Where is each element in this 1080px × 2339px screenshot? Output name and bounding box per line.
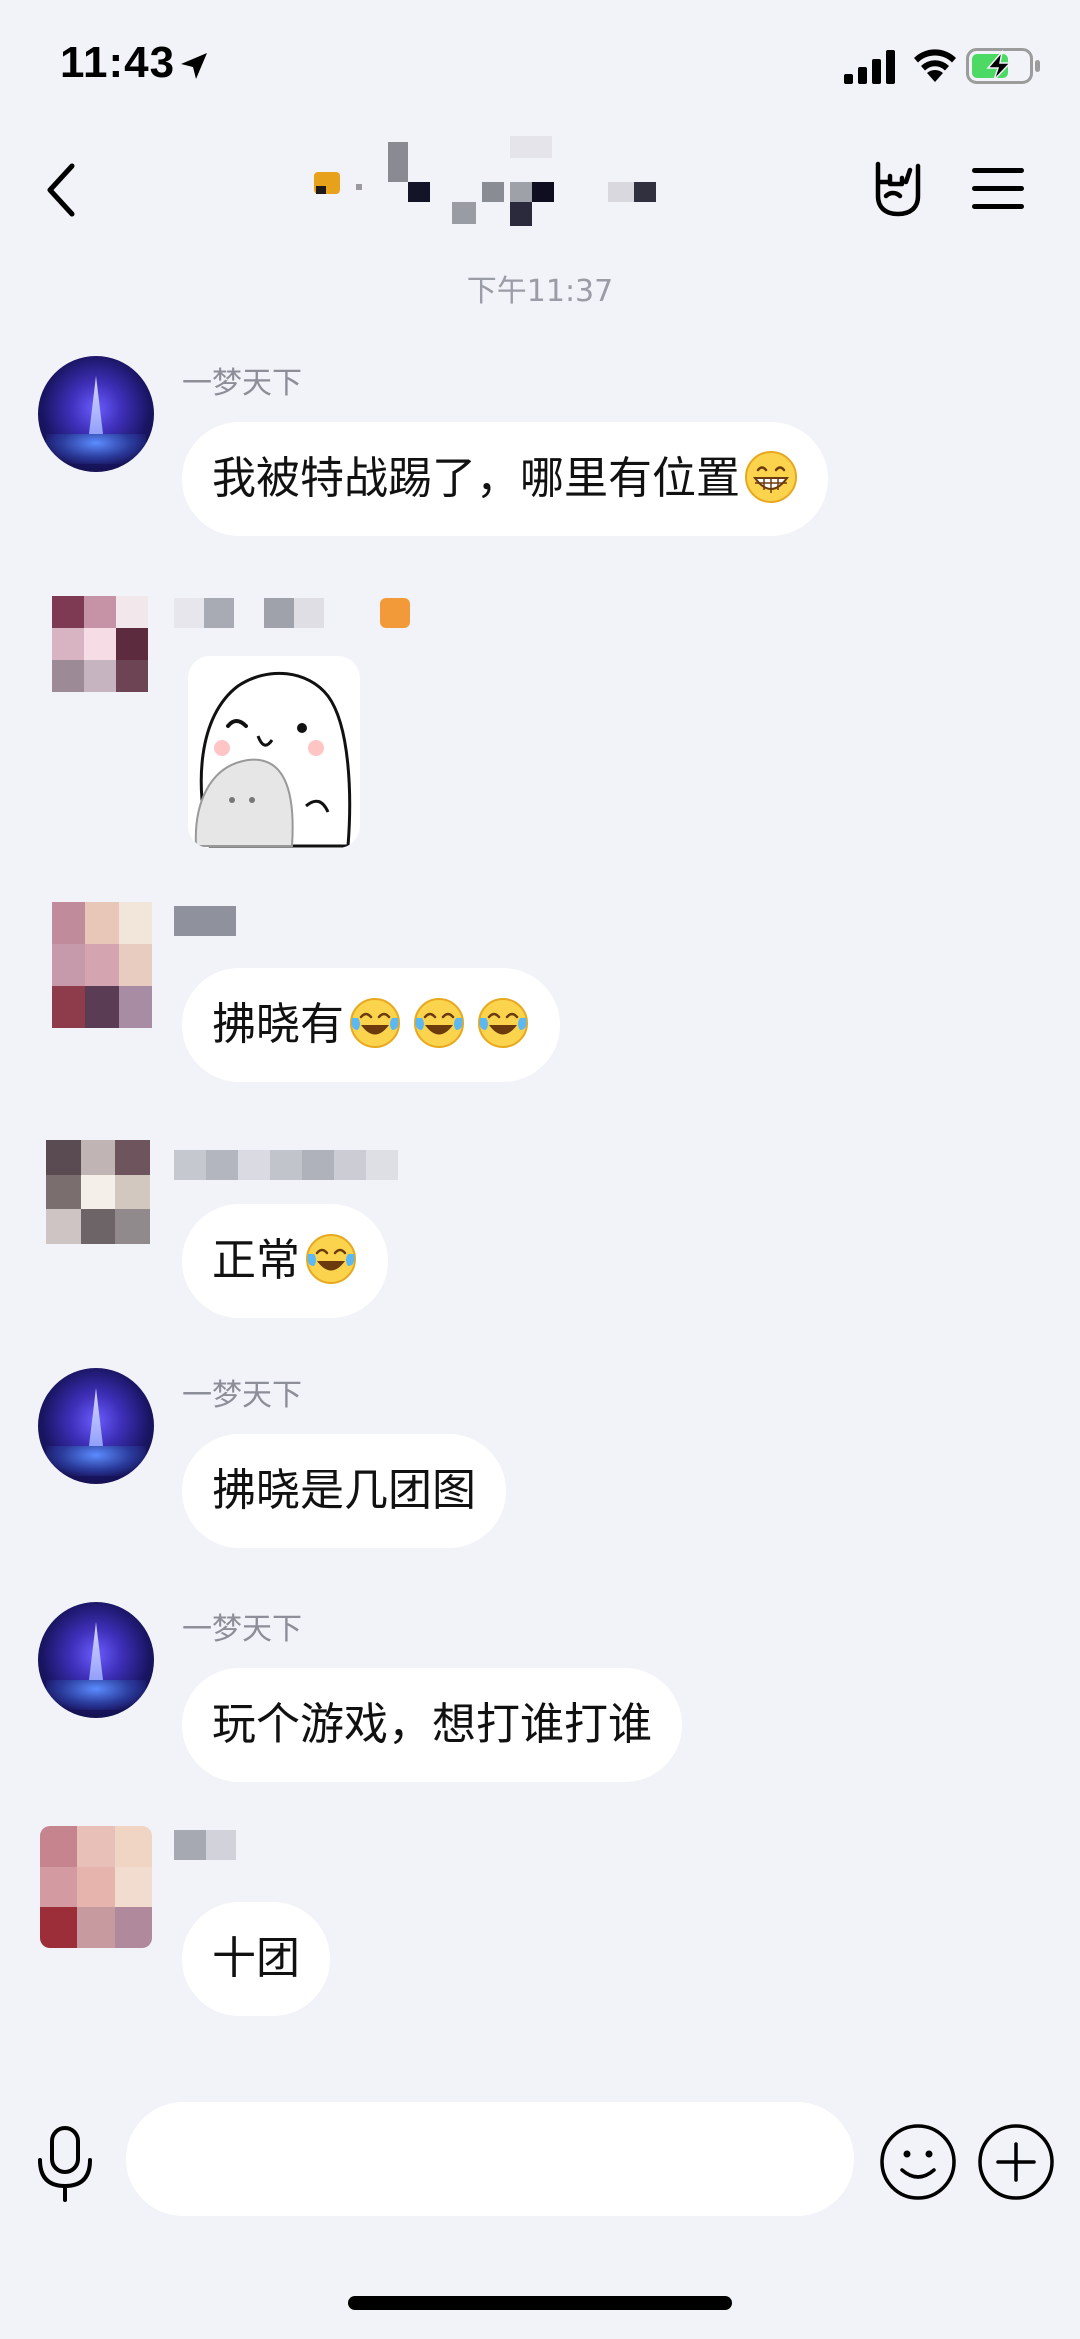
location-arrow-icon — [181, 53, 207, 79]
sender-name-redacted — [174, 1830, 236, 1860]
avatar[interactable] — [46, 1140, 150, 1244]
nav-bar — [0, 130, 1080, 250]
message-bubble[interactable]: 拂晓有 — [182, 968, 560, 1082]
avatar[interactable] — [38, 1602, 154, 1718]
message-text: 十团 — [212, 1933, 300, 1984]
input-bar — [0, 2080, 1080, 2240]
message-input[interactable] — [126, 2102, 854, 2216]
sender-name-redacted — [174, 1150, 398, 1180]
sender-name: 一梦天下 — [182, 1378, 302, 1413]
smiley-face-icon[interactable] — [878, 2122, 958, 2202]
plus-icon[interactable] — [976, 2122, 1056, 2202]
sender-name: 一梦天下 — [182, 1612, 302, 1647]
tears-of-joy-icon — [350, 998, 400, 1048]
sender-name: 一梦天下 — [182, 366, 302, 401]
avatar[interactable] — [38, 356, 154, 472]
avatar[interactable] — [52, 902, 152, 1028]
status-bar: 11:43 — [0, 0, 1080, 130]
message-text: 正常 — [212, 1235, 300, 1286]
message-bubble[interactable]: 十团 — [182, 1902, 330, 2016]
status-time: 11:43 — [60, 38, 176, 87]
message-text: 我被特战踢了，哪里有位置 — [212, 453, 740, 504]
avatar[interactable] — [38, 1368, 154, 1484]
message-timestamp: 下午11:37 — [466, 274, 614, 309]
microphone-icon[interactable] — [30, 2124, 100, 2204]
white-bun-character-sticker — [194, 671, 352, 848]
sender-name-redacted — [174, 906, 236, 936]
wifi-icon — [914, 49, 956, 82]
chat-title-redacted — [312, 134, 672, 230]
menu-icon[interactable] — [970, 164, 1026, 214]
tears-of-joy-icon — [478, 998, 528, 1048]
grinning-face-icon — [745, 451, 797, 503]
tears-of-joy-icon — [306, 1234, 356, 1284]
chevron-left-icon[interactable] — [40, 158, 86, 222]
avatar[interactable] — [40, 1826, 152, 1948]
message-bubble[interactable]: 正常 — [182, 1204, 388, 1318]
rock-hand-icon[interactable] — [866, 156, 930, 220]
tears-of-joy-icon — [414, 998, 464, 1048]
message-text: 玩个游戏，想打谁打谁 — [212, 1699, 652, 1750]
message-bubble[interactable]: 我被特战踢了，哪里有位置 — [182, 422, 828, 536]
battery-charging-icon — [966, 48, 1040, 84]
message-bubble[interactable]: 拂晓是几团图 — [182, 1434, 506, 1548]
message-text: 拂晓是几团图 — [212, 1465, 476, 1516]
home-indicator — [348, 2296, 732, 2310]
sender-name-redacted — [174, 598, 410, 628]
message-text: 拂晓有 — [212, 999, 344, 1050]
avatar[interactable] — [52, 596, 148, 692]
message-bubble[interactable]: 玩个游戏，想打谁打谁 — [182, 1668, 682, 1782]
sticker-image[interactable] — [188, 656, 360, 848]
cellular-signal-icon — [844, 50, 895, 84]
